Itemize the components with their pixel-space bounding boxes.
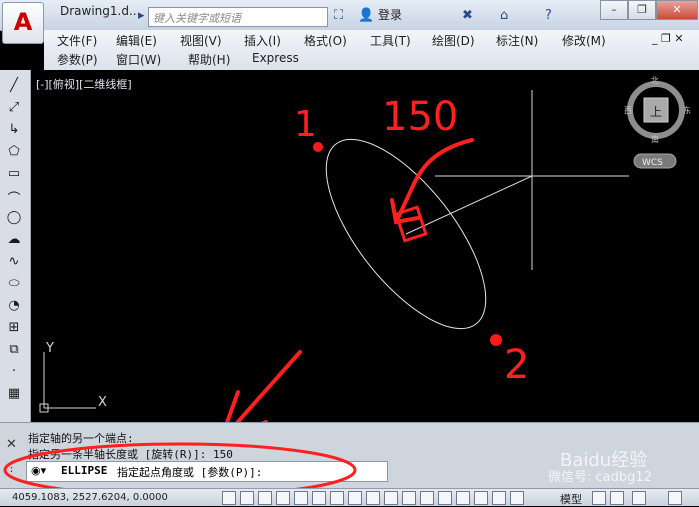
menu-insert[interactable]: 插入(I): [244, 32, 281, 49]
wechat-watermark: 微信号: cadbg12: [548, 470, 652, 485]
search-placeholder: 键入关键字或短语: [153, 12, 241, 25]
binoculars-icon[interactable]: ⛶: [334, 8, 343, 23]
menu-dimension[interactable]: 标注(N): [496, 32, 538, 49]
polar-tracking-icon[interactable]: [294, 491, 308, 505]
drawing-svg: 1 2 150 Y X 上 北 南 东 西 WCS: [39, 76, 691, 446]
doc-window-controls[interactable]: _ ❐ ✕: [652, 32, 684, 45]
rubber-band-line: [405, 175, 533, 235]
line-tool-icon[interactable]: ╱: [5, 78, 23, 94]
arc-icon[interactable]: ⌒: [5, 188, 23, 207]
infer-constraints-icon[interactable]: [222, 491, 236, 505]
dynamic-input-icon[interactable]: [384, 491, 398, 505]
autocad-logo-icon: A: [13, 8, 33, 36]
ucs-y-label: Y: [45, 341, 54, 356]
viewcube-east: 东: [683, 105, 691, 115]
document-title: Drawing1.d...: [60, 4, 141, 18]
application-menu-button[interactable]: A: [2, 2, 44, 44]
lineweight-icon[interactable]: [402, 491, 416, 505]
revision-cloud-icon[interactable]: ☁: [5, 232, 23, 248]
viewport-controls-label[interactable]: [-][俯视][二维线框]: [36, 76, 132, 92]
3d-osnap-icon[interactable]: [330, 491, 344, 505]
hatch-icon[interactable]: ▦: [5, 386, 23, 402]
viewcube-south: 南: [651, 134, 659, 144]
wcs-label: WCS: [642, 158, 663, 168]
quick-properties-icon[interactable]: [438, 491, 452, 505]
endpoint-2-marker: [490, 334, 502, 346]
ellipse-icon[interactable]: ⬭: [5, 276, 23, 292]
help-icon[interactable]: ?: [545, 8, 552, 23]
menu-view[interactable]: 视图(V): [180, 32, 222, 49]
viewcube-north: 北: [651, 76, 659, 85]
viewcube-west: 西: [624, 106, 632, 115]
quick-view-layouts-icon[interactable]: [592, 491, 606, 505]
minimize-button[interactable]: –: [600, 0, 628, 20]
menu-help[interactable]: 帮助(H): [188, 51, 230, 68]
menu-tools[interactable]: 工具(T): [370, 32, 411, 49]
menu-express[interactable]: Express: [252, 51, 299, 65]
search-input[interactable]: 键入关键字或短语: [148, 7, 328, 27]
menu-format[interactable]: 格式(O): [304, 32, 347, 49]
insert-block-icon[interactable]: ⊞: [5, 320, 23, 336]
transparency-icon[interactable]: [420, 491, 434, 505]
polyline-icon[interactable]: ↳: [5, 122, 23, 138]
ellipse-arc-icon[interactable]: ◔: [5, 298, 23, 314]
menu-modify[interactable]: 修改(M): [562, 32, 606, 49]
annotation-arrow-upper: [390, 138, 474, 225]
coordinates-readout[interactable]: 4059.1083, 2527.6204, 0.0000: [12, 492, 168, 503]
label-point-2: 2: [504, 342, 529, 388]
annotation-scale-icon[interactable]: [632, 491, 646, 505]
title-bar: Drawing1.d... ▸ 键入关键字或短语 ⛶ 👤 登录 ✖ ⌂ ? – …: [0, 0, 699, 31]
close-button[interactable]: ✕: [656, 0, 698, 20]
layout-icon[interactable]: [492, 491, 506, 505]
object-snap-tracking-icon[interactable]: [348, 491, 362, 505]
object-snap-icon[interactable]: [312, 491, 326, 505]
ucs-x-label: X: [98, 395, 107, 410]
restore-button[interactable]: ❐: [628, 0, 656, 20]
snap-mode-icon[interactable]: [240, 491, 254, 505]
circle-icon[interactable]: ◯: [5, 210, 23, 226]
menu-window[interactable]: 窗口(W): [116, 51, 161, 68]
draw-toolbar: ╱ ⤢ ↳ ⬠ ▭ ⌒ ◯ ☁ ∿ ⬭ ◔ ⊞ ⧉ · ▦: [0, 70, 31, 422]
right-angle-mark: [394, 205, 428, 243]
label-point-1: 1: [294, 104, 317, 145]
polygon-icon[interactable]: ⬠: [5, 144, 23, 160]
menu-file[interactable]: 文件(F): [57, 32, 97, 49]
add-layout-icon[interactable]: [510, 491, 524, 505]
spline-icon[interactable]: ∿: [5, 254, 23, 270]
ucs-dynamic-icon[interactable]: [366, 491, 380, 505]
rectangle-icon[interactable]: ▭: [5, 166, 23, 182]
make-block-icon[interactable]: ⧉: [5, 342, 23, 358]
status-bar: 4059.1083, 2527.6204, 0.0000 模型: [0, 488, 699, 506]
point-icon[interactable]: ·: [5, 364, 23, 380]
community-icon[interactable]: ⌂: [500, 8, 508, 23]
login-button[interactable]: 登录: [378, 6, 402, 23]
dropdown-arrow-icon[interactable]: ▸: [138, 8, 145, 23]
selection-cycling-icon[interactable]: [456, 491, 470, 505]
label-dimension-150: 150: [382, 94, 458, 140]
menu-edit[interactable]: 编辑(E): [116, 32, 157, 49]
viewcube-face-label: 上: [650, 105, 662, 119]
workspace-switch-icon[interactable]: [668, 491, 682, 505]
grid-display-icon[interactable]: [258, 491, 272, 505]
menu-bar: 文件(F) 编辑(E) 视图(V) 插入(I) 格式(O) 工具(T) 绘图(D…: [44, 30, 699, 71]
annotation-monitor-icon[interactable]: [474, 491, 488, 505]
quick-view-drawings-icon[interactable]: [610, 491, 624, 505]
menu-draw[interactable]: 绘图(D): [432, 32, 475, 49]
drawing-canvas[interactable]: 1 2 150 Y X 上 北 南 东 西 WCS: [32, 70, 699, 446]
construction-line-icon[interactable]: ⤢: [5, 100, 23, 116]
menu-parametric[interactable]: 参数(P): [57, 51, 98, 68]
exchange-icon[interactable]: ✖: [462, 8, 473, 23]
ortho-mode-icon[interactable]: [276, 491, 290, 505]
user-icon[interactable]: 👤: [358, 8, 374, 23]
annotation-arrow-lower: [216, 350, 302, 446]
